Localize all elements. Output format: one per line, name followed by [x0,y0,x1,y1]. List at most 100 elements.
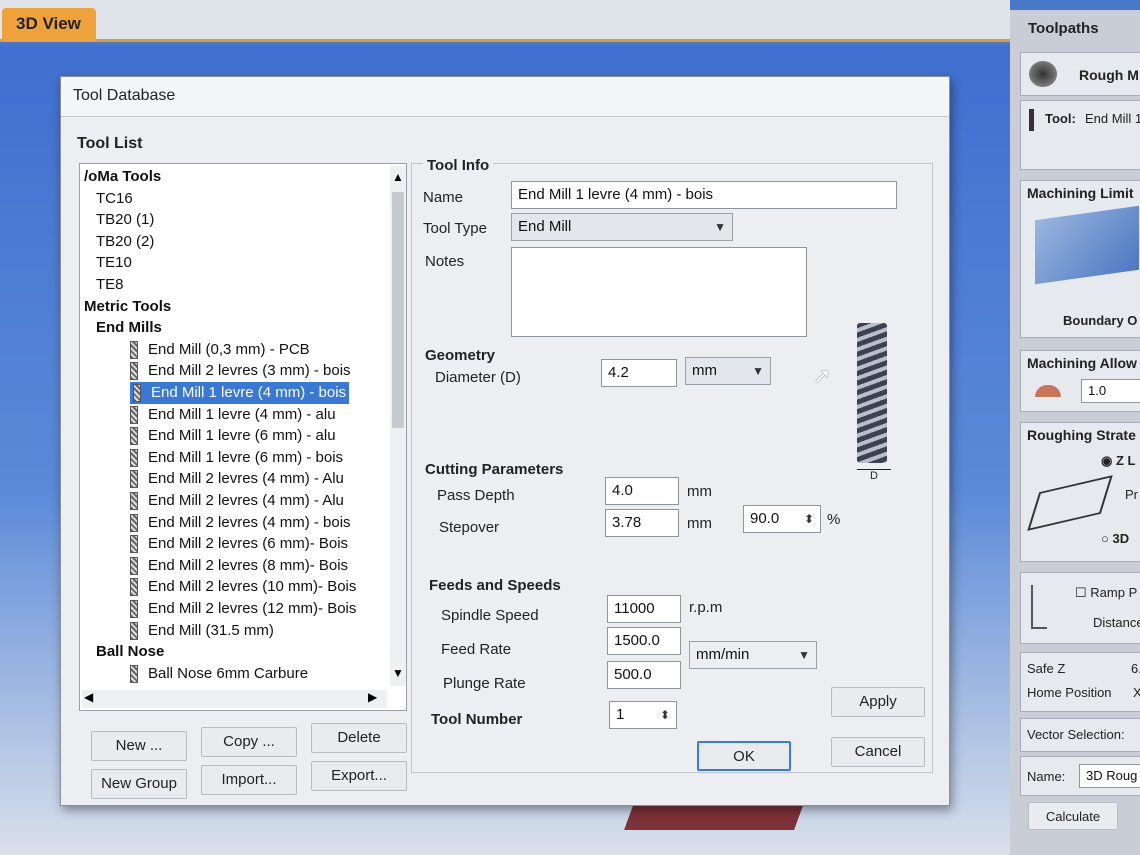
tree-group-7[interactable]: End Mills [96,317,162,339]
tree-item-8[interactable]: End Mill (0,3 mm) - PCB [130,339,310,361]
tree-item-label: TC16 [96,189,133,207]
ok-button[interactable]: OK [697,741,791,771]
machining-allowance-card: Machining Allow 1.0 [1020,350,1140,412]
diameter-unit-select[interactable]: mm ▼ [685,357,771,385]
tree-item-16[interactable]: End Mill 2 levres (4 mm) - bois [130,512,351,534]
tree-item-label: Metric Tools [84,297,172,315]
rough-machining-card[interactable]: Rough M [1020,52,1140,96]
allowance-input[interactable]: 1.0 [1081,379,1140,403]
rate-unit-value: mm/min [696,646,750,663]
end-mill-icon [130,664,138,683]
tree-item-23[interactable]: Ball Nose 6mm Carbure [130,663,308,685]
scroll-left-icon[interactable]: ◀ [84,690,93,704]
tree-item-9[interactable]: End Mill 2 levres (3 mm) - bois [130,360,351,382]
plunge-rate-input[interactable]: 500.0 [607,661,681,689]
cutting-parameters-header: Cutting Parameters [425,461,564,478]
tool-database-dialog: Tool Database Tool List /oMa Tools TC16 TB… [60,76,950,806]
copy-button[interactable]: Copy ... [201,727,297,757]
tree-group-5[interactable]: TE8 [96,274,124,296]
tree-item-14[interactable]: End Mill 2 levres (4 mm) - Alu [130,468,344,490]
z-level-radio[interactable]: ◉ Z L [1101,453,1135,469]
tree-item-label: End Mill 2 levres (10 mm)- Bois [148,578,357,596]
tree-item-15[interactable]: End Mill 2 levres (4 mm) - Alu [130,490,344,512]
scroll-down-icon[interactable]: ▼ [392,666,404,680]
spindle-speed-input[interactable]: 11000 [607,595,681,623]
pass-depth-label: Pass Depth [437,487,515,504]
import-button[interactable]: Import... [201,765,297,795]
tool-number-input[interactable]: 1 ⬍ [609,701,677,729]
end-mill-icon [130,492,138,511]
scroll-thumb[interactable] [392,192,404,428]
tree-item-19[interactable]: End Mill 2 levres (10 mm)- Bois [130,576,356,598]
tree-item-12[interactable]: End Mill 1 levre (6 mm) - alu [130,425,336,447]
tree-item-10[interactable]: End Mill 1 levre (4 mm) - bois [130,382,350,404]
tree-item-label: End Mill 1 levre (6 mm) - bois [148,448,344,466]
tree-group-1[interactable]: TC16 [96,188,133,210]
tool-name-input[interactable]: End Mill 1 levre (4 mm) - bois [511,181,897,209]
tree-horizontal-scrollbar[interactable]: ◀ ▶ [82,690,387,708]
diameter-input[interactable]: 4.2 [601,359,677,387]
tree-item-17[interactable]: End Mill 2 levres (6 mm)- Bois [130,533,348,555]
delete-button[interactable]: Delete [311,723,407,753]
tool-tree[interactable]: /oMa Tools TC16 TB20 (1) TB20 (2) TE10 TE8 Met… [79,163,407,711]
export-button[interactable]: Export... [311,761,407,791]
tree-group-4[interactable]: TE10 [96,252,132,274]
pass-depth-input[interactable]: 4.0 [605,477,679,505]
rate-unit-select[interactable]: mm/min ▼ [689,641,817,669]
tree-group-3[interactable]: TB20 (2) [96,231,154,253]
roughing-icon [1029,61,1057,87]
tree-item-label: TB20 (2) [96,232,155,250]
tool-type-select[interactable]: End Mill ▼ [511,213,733,241]
tree-item-label: End Mill (0,3 mm) - PCB [148,340,310,358]
tree-item-21[interactable]: End Mill (31.5 mm) [130,620,274,642]
tool-list-label: Tool List [77,135,143,152]
tab-3d-view[interactable]: 3D View [2,8,96,42]
tree-item-label: End Mill 2 levres (4 mm) - Alu [148,470,344,488]
tool-type-label: Tool Type [423,220,487,237]
stepover-percent-value: 90.0 [750,510,780,527]
tool-card[interactable]: Tool: End Mill 1 [1020,100,1140,170]
name-label: Name: [1027,769,1066,784]
tool-number-value: 1 [616,706,625,723]
chevron-down-icon: ▼ [714,220,726,234]
notes-textarea[interactable] [511,247,807,337]
3d-radio[interactable]: ○ 3D [1101,531,1129,546]
tree-group-22[interactable]: Ball Nose [96,641,164,663]
ramp-card: ☐ Ramp P Distance [1020,572,1140,644]
tree-item-label: End Mill 1 levre (6 mm) - alu [148,427,336,445]
end-mill-icon [130,600,138,619]
toolpaths-header: Toolpaths [1028,20,1099,37]
ramp-checkbox[interactable]: ☐ Ramp P [1075,585,1137,601]
tree-item-20[interactable]: End Mill 2 levres (12 mm)- Bois [130,598,356,620]
scroll-up-icon[interactable]: ▲ [392,170,404,184]
end-mill-icon [130,448,138,467]
distance-label: Distance [1093,615,1140,630]
calculate-button[interactable]: Calculate [1028,802,1118,830]
safe-z-card: Safe Z 6. Home Position X: [1020,652,1140,712]
end-mill-icon [130,621,138,640]
new-button[interactable]: New ... [91,731,187,761]
stepover-input[interactable]: 3.78 [605,509,679,537]
tree-vertical-scrollbar[interactable]: ▲ ▼ [390,166,406,686]
tree-group-6[interactable]: Metric Tools [84,296,171,318]
name-input[interactable]: 3D Roug [1079,764,1140,788]
feed-rate-label: Feed Rate [441,641,512,658]
tree-item-18[interactable]: End Mill 2 levres (8 mm)- Bois [130,555,348,577]
tree-item-11[interactable]: End Mill 1 levre (4 mm) - alu [130,404,336,426]
stepover-unit: mm [687,515,712,532]
apply-button[interactable]: Apply [831,687,925,717]
new-group-button[interactable]: New Group [91,769,187,799]
roughing-strategy-title: Roughing Strate [1027,427,1136,443]
feed-rate-input[interactable]: 1500.0 [607,627,681,655]
spinner-icon[interactable]: ⬍ [804,506,814,532]
scroll-right-icon[interactable]: ▶ [368,690,377,704]
tree-group-2[interactable]: TB20 (1) [96,209,154,231]
cancel-button[interactable]: Cancel [831,737,925,767]
tree-item-13[interactable]: End Mill 1 levre (6 mm) - bois [130,447,343,469]
boundary-label: Boundary O [1063,313,1138,328]
stepover-percent-input[interactable]: 90.0 ⬍ [743,505,821,533]
tree-group-0[interactable]: /oMa Tools [84,166,161,188]
spinner-icon[interactable]: ⬍ [660,702,670,728]
top-tab-bar [0,0,1010,42]
name-field-label: Name [423,189,464,206]
